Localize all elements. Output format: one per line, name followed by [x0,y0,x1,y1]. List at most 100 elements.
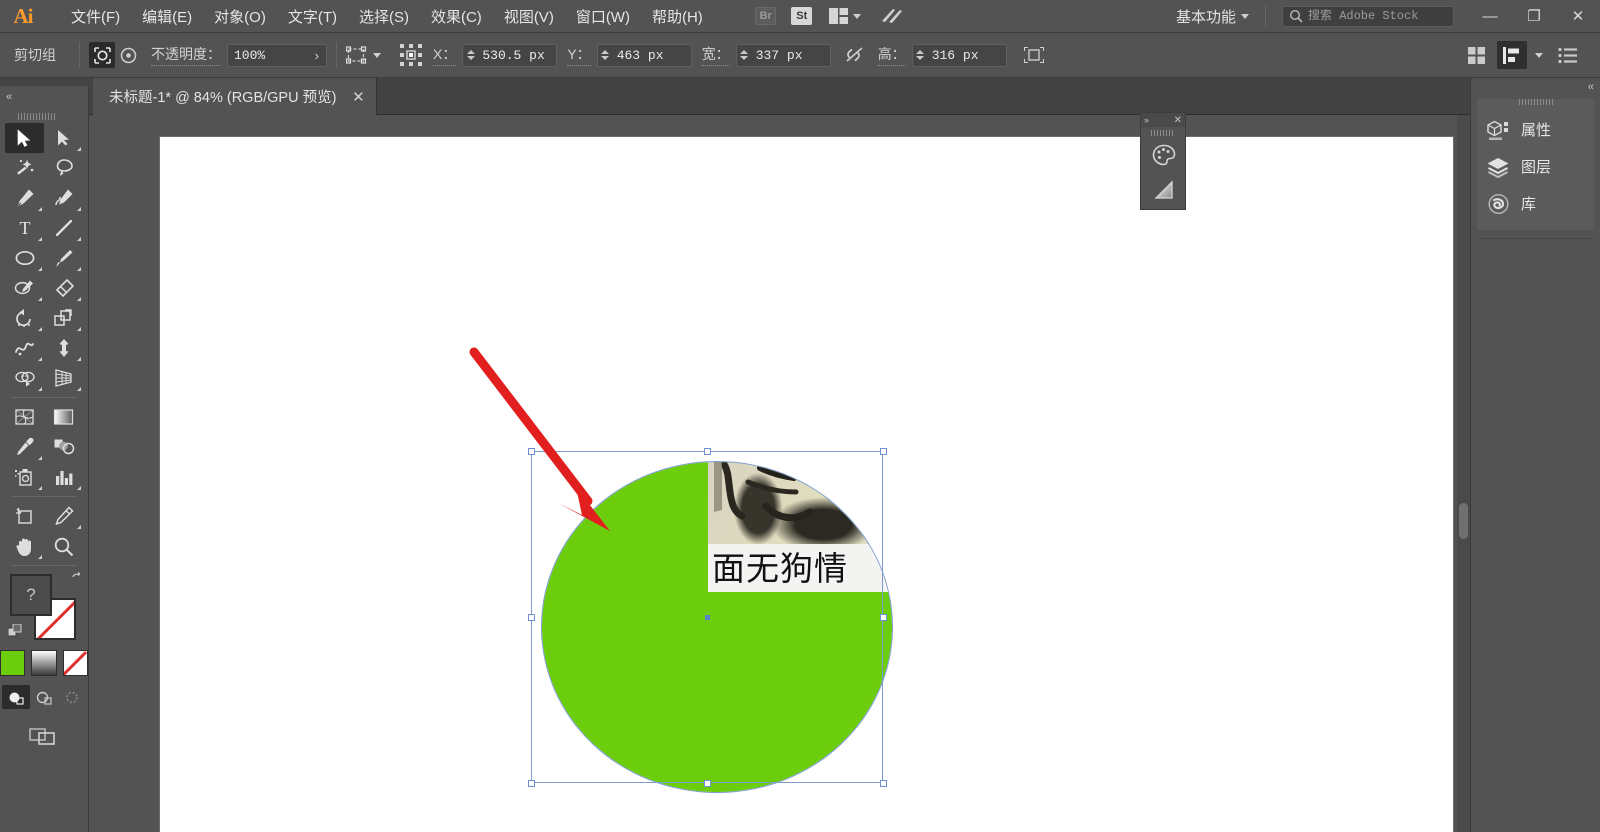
pen-tool[interactable] [5,183,44,213]
selection-handle-tc[interactable] [704,448,711,455]
isolate-selected-object-button[interactable] [89,42,115,68]
menu-object[interactable]: 对象(O) [203,2,277,31]
menu-window[interactable]: 窗口(W) [565,2,641,31]
collapse-icon[interactable]: « [6,91,12,103]
line-segment-tool[interactable] [44,213,83,243]
restore-button[interactable]: ❐ [1512,0,1556,33]
width-stepper[interactable] [737,45,752,66]
menu-help[interactable]: 帮助(H) [641,2,714,31]
document-tab[interactable]: 未标题-1* @ 84% (RGB/GPU 预览) ✕ [93,78,378,115]
symbol-sprayer-tool[interactable] [5,462,44,492]
stylize-button[interactable] [873,5,911,27]
magic-wand-tool[interactable] [5,153,44,183]
rotate-tool[interactable] [5,303,44,333]
constrain-proportions-button[interactable] [845,46,868,64]
pencil-tool[interactable] [5,273,44,303]
bridge-button[interactable]: Br [751,5,781,27]
selection-handle-br[interactable] [880,780,887,787]
selection-handle-bc[interactable] [704,780,711,787]
drag-grip[interactable] [1151,130,1175,136]
menu-view[interactable]: 视图(V) [493,2,565,31]
direct-selection-tool[interactable] [44,123,83,153]
chevron-down-icon[interactable] [1535,52,1543,58]
hand-tool[interactable] [5,531,44,561]
gradient-tool[interactable] [44,402,83,432]
close-button[interactable]: ✕ [1556,0,1600,33]
y-stepper[interactable] [598,45,613,66]
draw-behind-mode-button[interactable] [30,685,58,709]
fill-swatch[interactable]: ? [10,574,52,616]
y-field[interactable] [596,43,692,67]
curvature-tool[interactable] [44,183,83,213]
y-input[interactable] [612,47,691,63]
arrange-documents-button[interactable] [823,5,867,27]
menu-file[interactable]: 文件(F) [60,2,131,31]
blend-tool[interactable] [44,432,83,462]
canvas-vertical-scrollbar[interactable] [1457,115,1470,832]
mesh-tool[interactable] [5,402,44,432]
canvas-area[interactable]: 面无狗情 [89,115,1470,832]
x-field[interactable] [462,43,558,67]
opacity-field[interactable]: › [227,43,327,67]
close-icon[interactable]: ✕ [1174,115,1182,126]
shape-builder-tool[interactable] [5,363,44,393]
selection-handle-ml[interactable] [528,614,535,621]
paintbrush-tool[interactable] [44,243,83,273]
artboard-tool[interactable] [5,501,44,531]
collapse-panels-button[interactable]: « [1471,78,1600,95]
selection-handle-bl[interactable] [528,780,535,787]
gradient-swatch[interactable] [31,650,57,676]
workspace-switcher[interactable]: 基本功能 [1166,6,1259,27]
default-fill-stroke-icon[interactable] [8,624,22,638]
opacity-label[interactable]: 不透明度： [151,44,221,66]
close-icon[interactable]: ✕ [350,89,366,106]
width-field[interactable] [735,43,831,67]
drag-grip[interactable] [1518,99,1553,105]
scale-tool[interactable] [44,303,83,333]
floating-panel-titlebar[interactable]: » ✕ [1141,113,1185,127]
panel-properties[interactable]: 属性 [1477,111,1594,148]
menu-type[interactable]: 文字(T) [277,2,348,31]
search-input[interactable] [1308,9,1447,23]
menu-select[interactable]: 选择(S) [348,2,420,31]
lasso-tool[interactable] [44,153,83,183]
slice-tool[interactable] [44,501,83,531]
height-stepper[interactable] [913,45,928,66]
transform-each-button[interactable] [1023,45,1045,65]
zoom-tool[interactable] [44,531,83,561]
floating-panel-dock[interactable]: » ✕ [1140,112,1186,210]
menu-effect[interactable]: 效果(C) [420,2,493,31]
eraser-tool[interactable] [44,273,83,303]
menu-edit[interactable]: 编辑(E) [131,2,203,31]
drag-grip[interactable] [18,113,56,120]
panel-layers[interactable]: 图层 [1477,148,1594,185]
width-tool[interactable] [5,333,44,363]
height-input[interactable] [927,47,1006,63]
width-input[interactable] [751,47,830,63]
change-screen-mode-button[interactable] [24,723,64,749]
perspective-grid-tool[interactable] [44,363,83,393]
swatches-panel-button[interactable] [1141,137,1187,172]
column-graph-tool[interactable] [44,462,83,492]
minimize-button[interactable]: — [1468,0,1512,33]
eyedropper-tool[interactable] [5,432,44,462]
none-swatch[interactable] [62,650,88,676]
type-tool[interactable]: T [5,213,44,243]
more-options-button[interactable] [1553,41,1583,69]
stock-search-box[interactable] [1282,5,1454,27]
scrollbar-thumb[interactable] [1459,503,1468,539]
swap-fill-stroke-icon[interactable] [70,572,84,586]
draw-inside-mode-button[interactable] [58,685,86,709]
reference-point-widget[interactable] [399,43,423,67]
tools-panel-header[interactable]: « [0,86,88,108]
x-input[interactable] [478,47,557,63]
x-stepper[interactable] [463,45,478,66]
ellipse-tool[interactable] [5,243,44,273]
draw-normal-mode-button[interactable] [2,685,30,709]
document-setup-button[interactable] [1461,41,1491,69]
selection-handle-mr[interactable] [880,614,887,621]
select-behind-button[interactable] [115,42,141,68]
expand-panel-icon[interactable]: » [1144,115,1149,125]
selection-handle-tr[interactable] [880,448,887,455]
color-swatch[interactable] [0,650,26,676]
